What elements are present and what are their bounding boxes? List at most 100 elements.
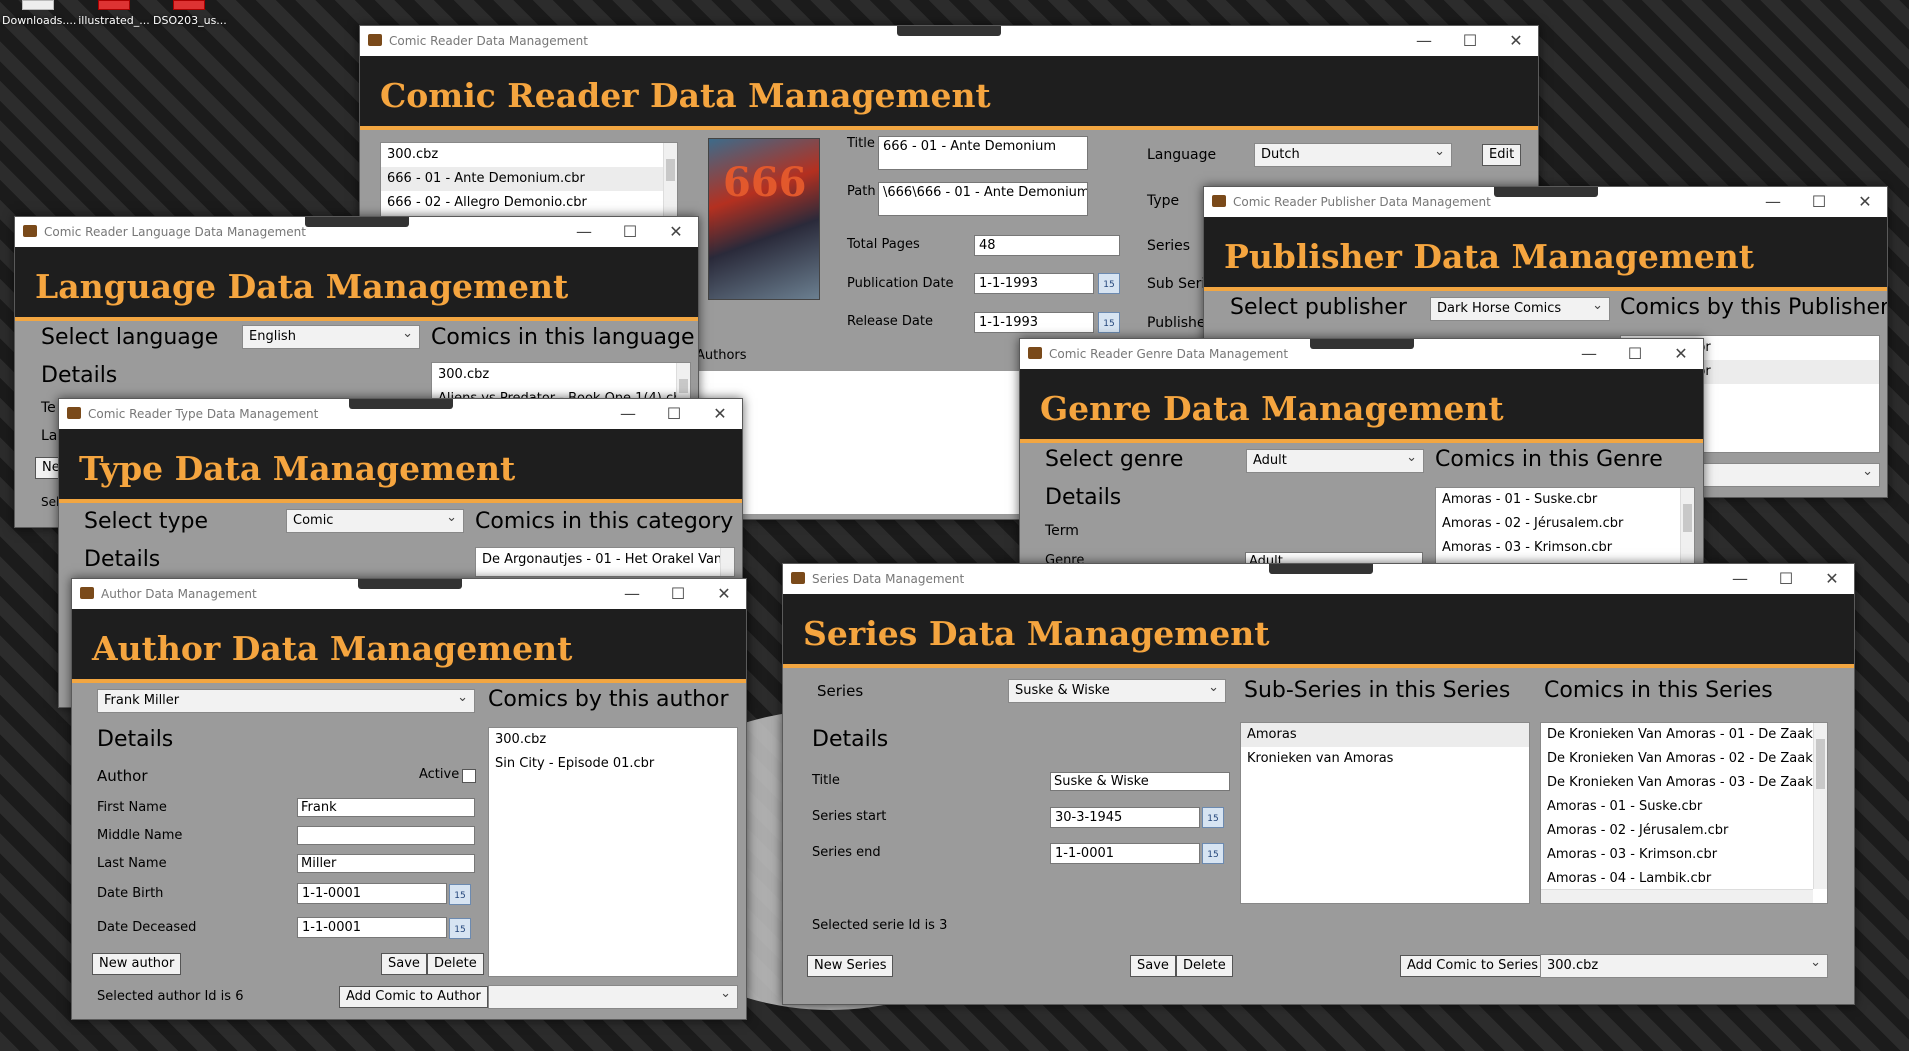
publication-date-field[interactable]: 1-1-1993 [974,273,1094,294]
middle-name-label: Middle Name [97,828,183,843]
last-name-field[interactable]: Miller [297,854,475,873]
calendar-icon[interactable]: 15 [449,918,471,939]
calendar-icon[interactable]: 15 [1202,807,1224,828]
title-field[interactable]: 666 - 01 - Ante Demonium [878,136,1088,170]
list-item[interactable]: De Argonautjes - 01 - Het Orakel Van [476,548,734,572]
desktop-icon-downloads[interactable]: Downloads.... [2,0,76,27]
type-select[interactable]: Comic [286,509,464,533]
delete-button[interactable]: Delete [1176,955,1233,977]
genre-select[interactable]: Adult [1246,449,1424,473]
language-select[interactable]: Dutch [1254,143,1452,167]
scrollbar[interactable] [1680,488,1694,569]
list-item[interactable]: Kronieken van Amoras [1241,747,1529,771]
minimize-icon[interactable]: — [1414,31,1434,50]
drag-handle[interactable] [1494,187,1598,197]
drag-handle[interactable] [349,399,453,409]
drag-handle[interactable] [1310,339,1414,349]
language-select[interactable]: English [242,325,420,349]
list-item[interactable]: Amoras - 01 - Suske.cbr [1436,488,1694,512]
author-comics-list[interactable]: 300.cbz Sin City - Episode 01.cbr [488,727,738,977]
new-series-button[interactable]: New Series [807,955,894,977]
first-name-field[interactable]: Frank [297,798,475,817]
date-deceased-field[interactable]: 1-1-0001 [297,917,447,938]
minimize-icon[interactable]: — [618,404,638,423]
series-end-field[interactable]: 1-1-0001 [1050,843,1200,864]
list-item[interactable]: 300.cbz [432,363,690,387]
edit-button[interactable]: Edit [1482,144,1522,166]
desktop-icon-dso203[interactable]: DSO203_us... [153,0,227,27]
series-start-field[interactable]: 30-3-1945 [1050,807,1200,828]
add-comic-to-series-button[interactable]: Add Comic to Series [1400,955,1546,977]
calendar-icon[interactable]: 15 [1098,312,1120,333]
release-date-field[interactable]: 1-1-1993 [974,312,1094,333]
close-icon[interactable]: ✕ [714,584,734,603]
title-field[interactable]: Suske & Wiske [1050,772,1230,791]
maximize-icon[interactable]: ☐ [1625,344,1645,363]
scrollbar[interactable] [720,548,734,576]
close-icon[interactable]: ✕ [666,222,686,241]
maximize-icon[interactable]: ☐ [668,584,688,603]
desktop-icon-illustrated[interactable]: illustrated_... [78,0,150,27]
maximize-icon[interactable]: ☐ [1809,192,1829,211]
list-item[interactable]: Sin City - Episode 01.cbr [489,752,737,776]
close-icon[interactable]: ✕ [710,404,730,423]
path-field[interactable]: \666\666 - 01 - Ante Demonium.cbr [878,182,1088,216]
maximize-icon[interactable]: ☐ [620,222,640,241]
scrollbar[interactable] [663,143,677,217]
minimize-icon[interactable]: — [1730,569,1750,588]
middle-name-field[interactable] [297,826,475,845]
calendar-icon[interactable]: 15 [1098,273,1120,294]
publisher-select[interactable]: Dark Horse Comics [1430,297,1610,321]
list-item[interactable]: Amoras - 02 - Jérusalem.cbr [1436,512,1694,536]
list-item[interactable]: 666 - 01 - Ante Demonium.cbr [381,167,677,191]
minimize-icon[interactable]: — [622,584,642,603]
close-icon[interactable]: ✕ [1855,192,1875,211]
calendar-icon[interactable]: 15 [1202,843,1224,864]
author-select[interactable]: Frank Miller [97,689,475,713]
total-pages-field[interactable]: 48 [974,235,1120,256]
list-item[interactable]: 300.cbz [489,728,737,752]
list-item[interactable]: De Kronieken Van Amoras - 01 - De Zaak K [1541,723,1827,747]
list-item[interactable]: Amoras - 04 - Lambik.cbr [1541,867,1827,891]
add-comic-select[interactable]: 300.cbz [1540,954,1828,978]
minimize-icon[interactable]: — [1579,344,1599,363]
delete-button[interactable]: Delete [427,953,484,975]
genre-comics-list[interactable]: Amoras - 01 - Suske.cbr Amoras - 02 - Jé… [1435,487,1695,569]
maximize-icon[interactable]: ☐ [1776,569,1796,588]
list-item[interactable]: Amoras [1241,723,1529,747]
list-item[interactable]: De Kronieken Van Amoras - 03 - De Zaak K [1541,771,1827,795]
save-button[interactable]: Save [381,953,427,975]
list-item[interactable]: 300.cbz [381,143,677,167]
list-item[interactable]: Amoras - 02 - Jérusalem.cbr [1541,819,1827,843]
add-comic-select[interactable] [488,985,738,1009]
list-item[interactable]: Amoras - 03 - Krimson.cbr [1541,843,1827,867]
close-icon[interactable]: ✕ [1671,344,1691,363]
drag-handle[interactable] [358,579,462,589]
calendar-icon[interactable]: 15 [449,884,471,905]
active-checkbox[interactable] [462,769,476,783]
save-button[interactable]: Save [1130,955,1176,977]
maximize-icon[interactable]: ☐ [664,404,684,423]
maximize-icon[interactable]: ☐ [1460,31,1480,50]
minimize-icon[interactable]: — [1763,192,1783,211]
scrollbar[interactable] [1813,723,1827,889]
drag-handle[interactable] [897,26,1001,36]
series-comics-list[interactable]: De Kronieken Van Amoras - 01 - De Zaak K… [1540,722,1828,904]
list-item[interactable]: Amoras - 01 - Suske.cbr [1541,795,1827,819]
comic-file-list[interactable]: 300.cbz 666 - 01 - Ante Demonium.cbr 666… [380,142,678,218]
minimize-icon[interactable]: — [574,222,594,241]
list-item[interactable]: Amoras - 03 - Krimson.cbr [1436,536,1694,560]
new-author-button[interactable]: New author [92,953,182,975]
add-comic-to-author-button[interactable]: Add Comic to Author [339,986,488,1008]
drag-handle[interactable] [305,217,409,227]
close-icon[interactable]: ✕ [1506,31,1526,50]
horizontal-scrollbar[interactable] [1541,889,1813,903]
type-comics-list[interactable]: De Argonautjes - 01 - Het Orakel Van [475,547,735,577]
date-birth-field[interactable]: 1-1-0001 [297,883,447,904]
drag-handle[interactable] [1269,564,1373,574]
list-item[interactable]: De Kronieken Van Amoras - 02 - De Zaak K [1541,747,1827,771]
sub-series-list[interactable]: Amoras Kronieken van Amoras [1240,722,1530,904]
close-icon[interactable]: ✕ [1822,569,1842,588]
series-select[interactable]: Suske & Wiske [1008,679,1226,703]
list-item[interactable]: 666 - 02 - Allegro Demonio.cbr [381,191,677,215]
